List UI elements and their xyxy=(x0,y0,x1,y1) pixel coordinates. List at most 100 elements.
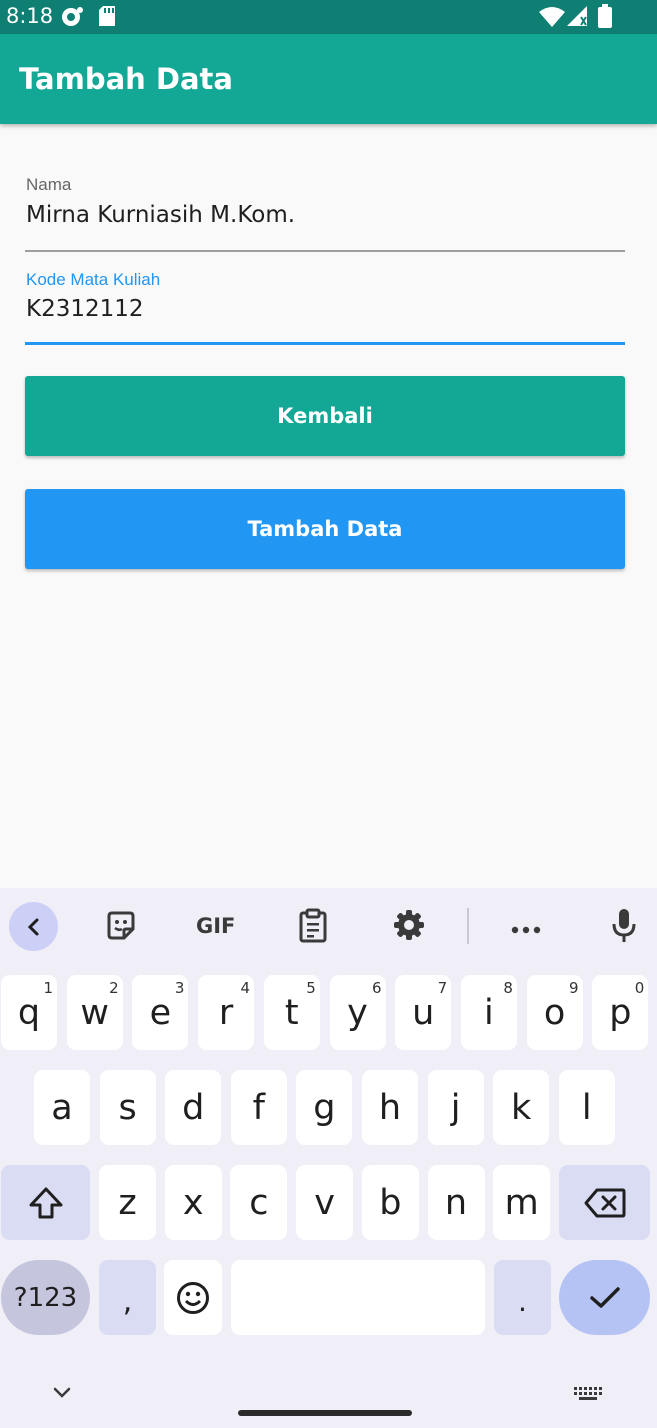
hide-keyboard-icon[interactable] xyxy=(52,1386,72,1405)
key-j[interactable]: j xyxy=(427,1070,484,1145)
key-label: n xyxy=(444,1182,468,1223)
more-icon[interactable] xyxy=(511,921,541,939)
key-label: p xyxy=(609,992,632,1033)
key-f[interactable]: f xyxy=(230,1070,287,1145)
key-label: w xyxy=(80,992,109,1033)
sticker-icon[interactable] xyxy=(105,910,137,947)
space-key[interactable] xyxy=(231,1260,485,1335)
key-v[interactable]: v xyxy=(296,1165,354,1240)
key-g[interactable]: g xyxy=(296,1070,353,1145)
mic-icon[interactable] xyxy=(611,908,637,949)
key-s[interactable]: s xyxy=(99,1070,156,1145)
gif-label: GIF xyxy=(196,914,236,938)
keyboard-switch-icon[interactable] xyxy=(574,1387,602,1408)
key-label: x xyxy=(182,1182,204,1223)
key-z[interactable]: z xyxy=(99,1165,156,1240)
toolbar-divider xyxy=(467,908,469,944)
key-hint: 5 xyxy=(306,979,316,997)
key-label: e xyxy=(149,992,172,1033)
nama-input[interactable]: Mirna Kurniasih M.Kom. xyxy=(26,202,295,228)
key-hint: 3 xyxy=(174,979,185,997)
key-label: g xyxy=(313,1087,336,1128)
key-m[interactable]: m xyxy=(493,1165,551,1240)
key-label: j xyxy=(450,1087,461,1128)
gif-icon[interactable]: GIF xyxy=(196,914,235,938)
key-h[interactable]: h xyxy=(362,1070,418,1145)
kembali-button[interactable]: Kembali xyxy=(25,376,625,456)
comma-key[interactable]: , xyxy=(99,1260,156,1335)
period-key[interactable]: . xyxy=(494,1260,551,1335)
key-p[interactable]: p0 xyxy=(592,975,649,1050)
key-b[interactable]: b xyxy=(361,1165,419,1240)
emoji-icon xyxy=(177,1281,209,1314)
key-u[interactable]: u7 xyxy=(395,975,452,1050)
wifi-icon xyxy=(538,6,566,33)
app-bar: Tambah Data xyxy=(0,34,657,124)
emoji-key[interactable] xyxy=(164,1260,222,1335)
key-label: q xyxy=(17,992,41,1033)
clipboard-icon[interactable] xyxy=(298,908,328,949)
key-hint: 7 xyxy=(437,979,448,997)
symbols-key[interactable]: ?123 xyxy=(1,1260,90,1335)
settings-icon[interactable] xyxy=(393,909,425,946)
kode-underline xyxy=(25,342,625,345)
key-label: h xyxy=(378,1087,402,1128)
key-l[interactable]: l xyxy=(558,1070,615,1145)
key-a[interactable]: a xyxy=(34,1070,90,1145)
sd-card-icon xyxy=(97,5,117,32)
enter-key[interactable] xyxy=(559,1260,650,1335)
key-label: f xyxy=(252,1087,265,1128)
key-label: z xyxy=(118,1182,137,1223)
key-w[interactable]: w2 xyxy=(66,975,123,1050)
back-icon[interactable] xyxy=(9,902,58,951)
kode-input[interactable]: K2312112 xyxy=(26,296,144,322)
key-c[interactable]: c xyxy=(230,1165,288,1240)
signal-icon xyxy=(566,5,588,32)
key-n[interactable]: n xyxy=(427,1165,485,1240)
kode-label: Kode Mata Kuliah xyxy=(26,270,161,289)
key-t[interactable]: t5 xyxy=(263,975,320,1050)
key-label: d xyxy=(182,1087,205,1128)
key-label: b xyxy=(379,1182,402,1223)
key-label: t xyxy=(284,992,299,1033)
key-hint: 9 xyxy=(569,979,579,997)
key-label: y xyxy=(347,992,368,1033)
key-label: l xyxy=(581,1087,592,1128)
battery-icon xyxy=(598,4,612,33)
keyboard: GIF q1w2e3r4t5y6u7i8o9p0 asdfghjkl zxcvb… xyxy=(0,888,657,1428)
status-time: 8:18 xyxy=(6,4,54,28)
key-label: o xyxy=(543,992,566,1033)
key-r[interactable]: r4 xyxy=(198,975,255,1050)
key-hint: 8 xyxy=(503,979,513,997)
page-title: Tambah Data xyxy=(19,62,233,96)
key-k[interactable]: k xyxy=(493,1070,550,1145)
home-indicator[interactable] xyxy=(238,1410,412,1416)
key-hint: 2 xyxy=(109,979,119,997)
symbols-key-label: ?123 xyxy=(13,1282,78,1313)
status-bar: 8:18 xyxy=(0,0,657,34)
key-label: c xyxy=(249,1182,269,1223)
tambah-data-button[interactable]: Tambah Data xyxy=(25,489,625,569)
key-hint: 6 xyxy=(371,979,382,997)
key-e[interactable]: e3 xyxy=(132,975,189,1050)
key-i[interactable]: i8 xyxy=(460,975,517,1050)
nama-label: Nama xyxy=(26,175,72,194)
key-label: v xyxy=(314,1182,335,1223)
key-label: s xyxy=(118,1087,137,1128)
notification-icon xyxy=(60,6,84,33)
key-o[interactable]: o9 xyxy=(526,975,583,1050)
key-label: i xyxy=(484,992,494,1033)
backspace-key[interactable] xyxy=(559,1165,650,1240)
shift-key[interactable] xyxy=(1,1165,90,1240)
key-y[interactable]: y6 xyxy=(329,975,386,1050)
checkmark-icon xyxy=(589,1286,620,1308)
key-d[interactable]: d xyxy=(165,1070,222,1145)
key-label: m xyxy=(504,1182,539,1223)
key-label: k xyxy=(511,1087,532,1128)
key-label: a xyxy=(51,1087,73,1128)
key-q[interactable]: q1 xyxy=(1,975,57,1050)
key-hint: 4 xyxy=(240,979,251,997)
key-label: r xyxy=(218,992,234,1033)
key-x[interactable]: x xyxy=(164,1165,222,1240)
nama-underline xyxy=(25,250,625,252)
